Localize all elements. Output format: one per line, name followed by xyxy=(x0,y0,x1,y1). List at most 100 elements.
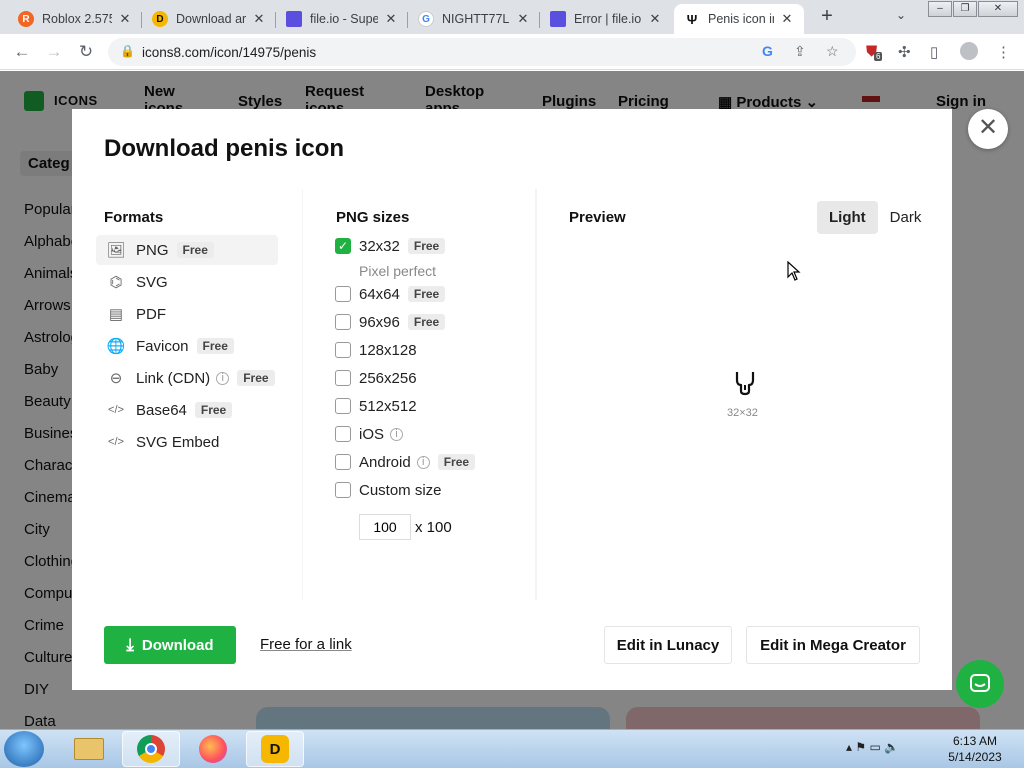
network-icon[interactable]: ▭ xyxy=(869,740,880,754)
fileio-icon xyxy=(550,11,566,27)
custom-size-inputs: x 100 xyxy=(359,514,452,540)
size-checkbox[interactable] xyxy=(335,286,351,302)
profile-avatar-icon[interactable] xyxy=(960,42,978,60)
lunacy-taskbar-icon[interactable]: D xyxy=(246,731,304,767)
size-checkbox[interactable] xyxy=(335,314,351,330)
close-icon[interactable]: ✕ xyxy=(648,11,662,27)
size-option-32x32[interactable]: ✓ 32x32 Free xyxy=(335,234,446,258)
taskbar-clock[interactable]: 6:13 AM 5/14/2023 xyxy=(940,733,1010,765)
firefox-taskbar-icon[interactable] xyxy=(184,731,242,767)
close-icon[interactable]: ✕ xyxy=(780,11,794,27)
info-icon[interactable]: i xyxy=(216,371,230,385)
size-option-256x256[interactable]: 256x256 xyxy=(335,366,417,390)
extensions-puzzle-icon[interactable]: ✣ xyxy=(898,43,911,61)
size-option-128x128[interactable]: 128x128 xyxy=(335,338,417,362)
file-explorer-icon[interactable] xyxy=(60,731,118,767)
free-badge: Free xyxy=(407,286,446,302)
window-close-button[interactable]: ✕ xyxy=(978,1,1018,17)
theme-dark-button[interactable]: Dark xyxy=(878,201,934,234)
clock-time: 6:13 AM xyxy=(952,734,998,748)
size-label: 64x64 xyxy=(359,285,400,303)
tab-download[interactable]: D Download ar ✕ xyxy=(142,4,276,34)
chrome-taskbar-icon[interactable] xyxy=(122,731,180,767)
format-option-base64[interactable]: </> Base64 Free xyxy=(96,395,278,425)
size-checkbox[interactable] xyxy=(335,426,351,442)
tab-error-fileio[interactable]: Error | file.io ✕ xyxy=(540,4,672,34)
size-checkbox[interactable] xyxy=(335,342,351,358)
edit-in-lunacy-button[interactable]: Edit in Lunacy xyxy=(604,626,732,664)
reload-icon[interactable]: ↻ xyxy=(74,40,98,64)
format-option-link-cdn[interactable]: ⊖ Link (CDN) i Free xyxy=(96,363,278,393)
address-bar[interactable]: 🔒 icons8.com/icon/14975/penis G ⇪ ☆ xyxy=(108,38,856,66)
bookmark-star-icon[interactable]: ☆ xyxy=(826,43,839,60)
url-text[interactable]: icons8.com/icon/14975/penis xyxy=(142,45,316,60)
size-option-custom-size[interactable]: Custom size xyxy=(335,478,442,502)
lock-icon[interactable]: 🔒 xyxy=(120,44,135,58)
maximize-button[interactable]: ❐ xyxy=(953,1,977,17)
chat-support-button[interactable] xyxy=(956,660,1004,708)
close-icon[interactable]: ✕ xyxy=(384,11,398,27)
new-tab-button[interactable]: + xyxy=(816,6,838,28)
tab-icons8-active[interactable]: Ψ Penis icon in ✕ xyxy=(674,4,804,34)
forward-arrow-icon[interactable]: → xyxy=(42,40,66,64)
format-label: Link (CDN) xyxy=(136,369,211,387)
info-icon[interactable]: i xyxy=(416,455,430,469)
chat-icon xyxy=(970,674,990,692)
size-checkbox[interactable] xyxy=(335,370,351,386)
size-checkbox[interactable] xyxy=(335,398,351,414)
size-option-ios[interactable]: iOS i xyxy=(335,422,404,446)
windows-start-button[interactable] xyxy=(4,731,44,767)
sizes-column: PNG sizes ✓ 32x32 Free 64x64 Free 96x96 Free 12… xyxy=(303,189,535,600)
tab-search-chevron-icon[interactable]: ⌄ xyxy=(896,8,906,22)
icons8-icon: Ψ xyxy=(686,11,698,27)
size-option-512x512[interactable]: 512x512 xyxy=(335,394,417,418)
close-icon[interactable]: ✕ xyxy=(516,11,530,27)
edit-in-mega-creator-button[interactable]: Edit in Mega Creator xyxy=(746,626,920,664)
side-panel-icon[interactable]: ▯ xyxy=(930,43,938,61)
size-option-64x64[interactable]: 64x64 Free xyxy=(335,282,446,306)
size-option-96x96[interactable]: 96x96 Free xyxy=(335,310,446,334)
format-option-svg[interactable]: ⌬ SVG xyxy=(96,267,278,297)
minimize-button[interactable]: – xyxy=(928,1,952,17)
theme-light-button[interactable]: Light xyxy=(817,201,878,234)
tray-chevron-icon[interactable]: ▴ xyxy=(846,740,852,754)
free-badge: Free xyxy=(437,454,476,470)
size-checkbox[interactable] xyxy=(335,482,351,498)
tab-fileio[interactable]: file.io - Supe ✕ xyxy=(276,4,408,34)
download-button[interactable]: ⤓ Download xyxy=(104,626,236,664)
clock-date: 5/14/2023 xyxy=(948,750,1002,764)
shield-extension-icon[interactable]: ⛊ 6 xyxy=(866,43,883,61)
close-icon[interactable]: ✕ xyxy=(252,11,266,27)
size-label: Custom size xyxy=(359,481,442,499)
custom-width-input[interactable] xyxy=(359,514,411,540)
close-icon[interactable]: ✕ xyxy=(118,11,132,27)
share-icon[interactable]: ⇪ xyxy=(794,43,806,60)
free-badge: Free xyxy=(237,370,275,386)
size-option-android[interactable]: Android i Free xyxy=(335,450,476,474)
google-translate-icon[interactable]: G xyxy=(762,43,773,59)
format-label: SVG Embed xyxy=(136,433,220,451)
menu-kebab-icon[interactable]: ⋮ xyxy=(996,43,1011,61)
format-option-favicon[interactable]: 🌐 Favicon Free xyxy=(96,331,278,361)
preview-heading: Preview xyxy=(569,209,626,226)
size-checkbox[interactable] xyxy=(335,454,351,470)
format-option-svg-embed[interactable]: </> SVG Embed xyxy=(96,427,278,457)
info-icon[interactable]: i xyxy=(390,427,404,441)
size-label: 512x512 xyxy=(359,397,417,415)
tab-roblox[interactable]: R Roblox 2.575 ✕ xyxy=(8,4,142,34)
windows-taskbar: D ▴ ⚑ ▭ 🔈 6:13 AM 5/14/2023 xyxy=(0,729,1024,768)
download-arrow-icon: ⤓ xyxy=(126,635,134,654)
free-for-link[interactable]: Free for a link xyxy=(260,636,352,653)
format-label: Favicon xyxy=(136,337,189,355)
modal-close-button[interactable]: ✕ xyxy=(968,109,1008,149)
format-option-png[interactable]: 🖼 PNG Free xyxy=(96,235,278,265)
free-badge: Free xyxy=(407,238,446,254)
modal-footer: ⤓ Download Free for a link Edit in Lunac… xyxy=(72,600,952,690)
size-checkbox[interactable]: ✓ xyxy=(335,238,351,254)
system-tray[interactable]: ▴ ⚑ ▭ 🔈 xyxy=(846,740,899,754)
back-arrow-icon[interactable]: ← xyxy=(10,40,34,64)
tray-flag-icon[interactable]: ⚑ xyxy=(855,740,866,754)
volume-icon[interactable]: 🔈 xyxy=(884,740,899,754)
format-option-pdf[interactable]: ▤ PDF xyxy=(96,299,278,329)
tab-google[interactable]: G NIGHTT77LS ✕ xyxy=(408,4,540,34)
